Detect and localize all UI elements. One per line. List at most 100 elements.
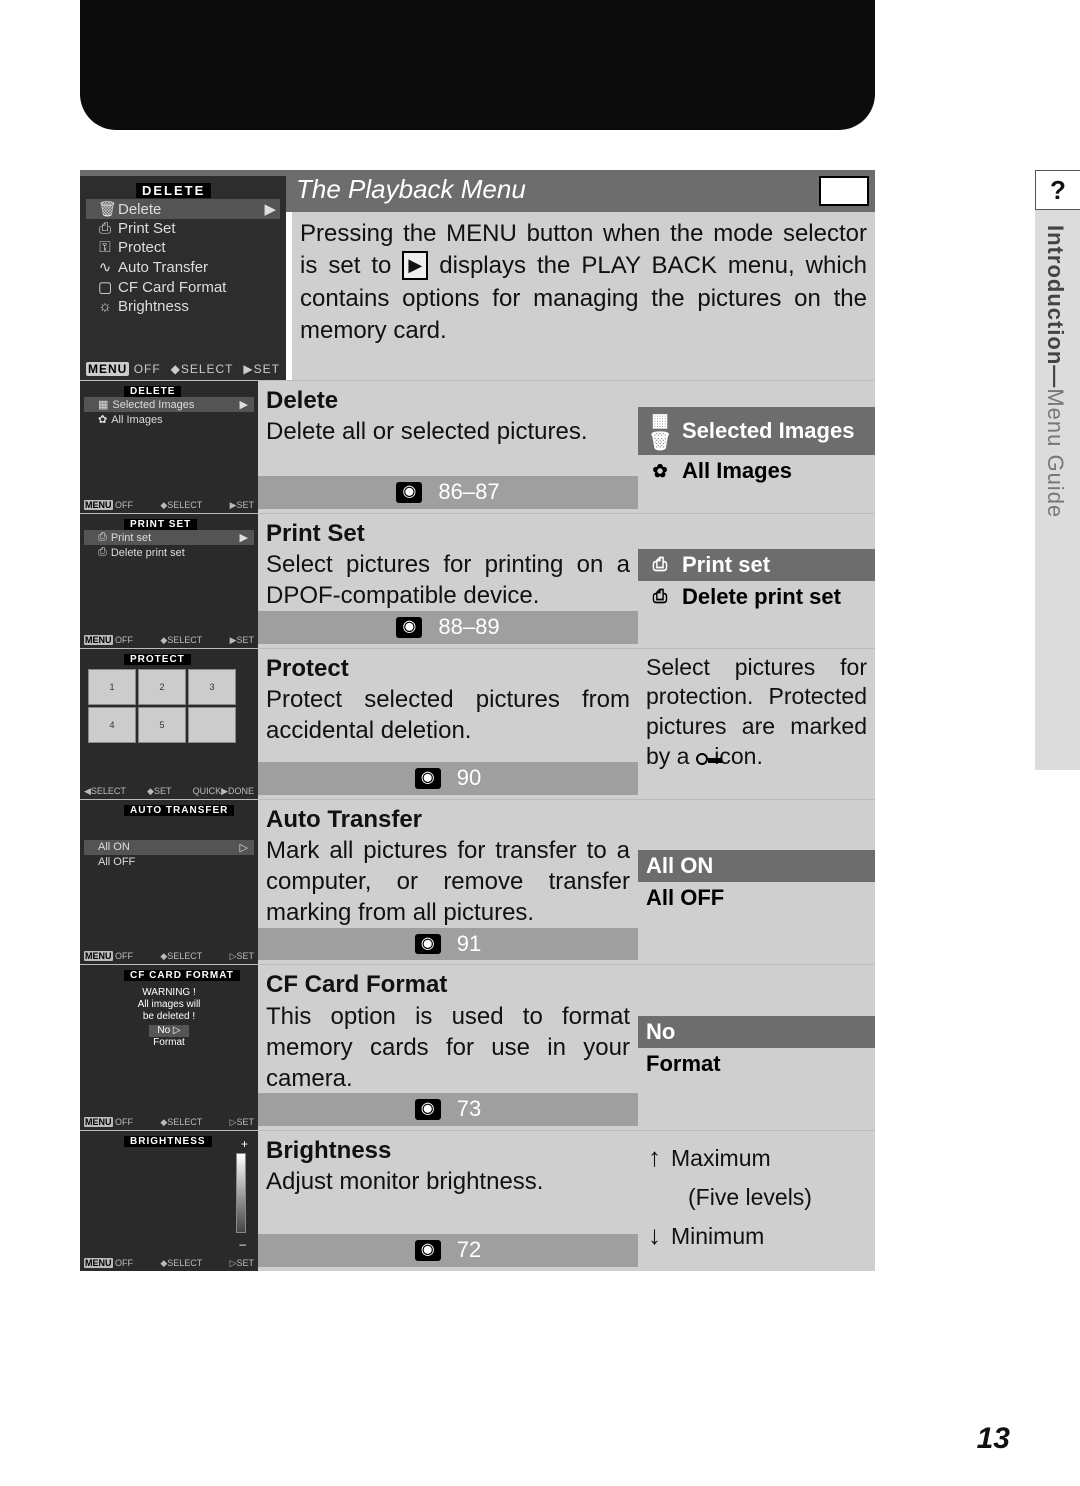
arrow-up-icon: ↑ — [648, 1142, 661, 1172]
option-no: No — [638, 1016, 875, 1048]
option-delete-print-set: ⎙Delete print set — [638, 581, 875, 613]
item-title: Brightness — [266, 1135, 630, 1166]
lcd-item: Protect — [118, 239, 166, 256]
thumb-row: All ON▷ — [84, 840, 254, 855]
protect-right-text: Select pictures for protection. Protecte… — [638, 649, 875, 777]
item-desc-text: Select pictures for printing on a DPOF-c… — [266, 549, 630, 611]
side-help-icon: ? — [1035, 170, 1080, 210]
question-icon: ? — [1050, 175, 1066, 206]
side-subsection-text: Menu Guide — [1043, 388, 1068, 518]
page-number-ref: 72 — [457, 1236, 481, 1265]
page-ref: ◉ 91 — [258, 928, 638, 961]
item-options: Select pictures for protection. Protecte… — [638, 649, 875, 799]
item-description: Print Set Select pictures for printing o… — [258, 514, 638, 648]
thumb-row: ⎙Delete print set — [84, 545, 254, 560]
thumb-header: AUTO TRANSFER — [124, 805, 234, 816]
item-desc-text: This option is used to format memory car… — [266, 1001, 630, 1095]
option-all-on: All ON — [638, 850, 875, 882]
thumb-printset: PRINT SET ⎙Print set▶ ⎙Delete print set … — [80, 514, 258, 648]
book-icon: ◉ — [415, 934, 441, 955]
item-description: CF Card Format This option is used to fo… — [258, 965, 638, 1130]
thumb-brightness: BRIGHTNESS + – MENU OFF◆SELECT▷SET — [80, 1131, 258, 1271]
item-options: No Format — [638, 965, 875, 1130]
lcd-row: ☼Brightness — [86, 297, 280, 316]
item-options: All ON All OFF — [638, 800, 875, 965]
brightness-max: Maximum — [671, 1145, 771, 1171]
book-icon: ◉ — [396, 617, 422, 638]
brightness-min: Minimum — [671, 1223, 764, 1249]
thumb-delete: DELETE ▦Selected Images▶ ✿All Images MEN… — [80, 381, 258, 513]
book-icon: ◉ — [415, 1240, 441, 1261]
item-desc-text: Delete all or selected pictures. — [266, 416, 630, 447]
item-title: Delete — [266, 385, 630, 416]
menu-item-brightness: BRIGHTNESS + – MENU OFF◆SELECT▷SET Brigh… — [80, 1130, 875, 1271]
thumb-header: CF CARD FORMAT — [124, 970, 240, 981]
item-description: Protect Protect selected pictures from a… — [258, 649, 638, 799]
side-section-label: Introduction—Menu Guide — [1042, 225, 1068, 518]
menu-item-protect: PROTECT 123 45 ◀SELECT◆SETQUICK▶DONE Pro… — [80, 648, 875, 799]
page-ref: ◉ 72 — [258, 1234, 638, 1267]
lcd-row: ∿Auto Transfer — [86, 257, 280, 277]
lcd-row: 🗑Delete▶ — [86, 199, 280, 219]
lcd-item: Delete — [118, 201, 161, 218]
book-icon: ◉ — [396, 482, 422, 503]
playback-icon: ▶ — [819, 176, 869, 206]
thumb-header: PROTECT — [124, 654, 191, 665]
thumb-protect: PROTECT 123 45 ◀SELECT◆SETQUICK▶DONE — [80, 649, 258, 799]
item-title: Protect — [266, 653, 630, 684]
menu-item-delete: DELETE ▦Selected Images▶ ✿All Images MEN… — [80, 380, 875, 513]
item-options: ⎙Print set ⎙Delete print set — [638, 514, 875, 648]
brightness-levels: (Five levels) — [648, 1179, 865, 1216]
option-print-set: ⎙Print set — [638, 549, 875, 581]
side-section-text: Introduction— — [1043, 225, 1068, 388]
grid-trash-icon: ▦🗑 — [646, 410, 674, 452]
page-number: 13 — [977, 1422, 1010, 1456]
lcd-item: Auto Transfer — [118, 259, 208, 276]
page-ref: ◉ 88–89 — [258, 611, 638, 644]
page-ref: ◉ 73 — [258, 1093, 638, 1126]
item-title: Auto Transfer — [266, 804, 630, 835]
thumb-header: PRINT SET — [124, 519, 197, 530]
item-description: Delete Delete all or selected pictures. … — [258, 381, 638, 513]
item-desc-text: Adjust monitor brightness. — [266, 1166, 630, 1197]
item-title: Print Set — [266, 518, 630, 549]
thumb-header: BRIGHTNESS — [124, 1136, 212, 1147]
print-trash-icon: ⎙ — [646, 586, 674, 607]
page-number-ref: 86–87 — [438, 478, 499, 507]
play-inline-icon: ▶ — [402, 251, 428, 279]
page-number-ref: 73 — [457, 1095, 481, 1124]
page-number-ref: 91 — [457, 930, 481, 959]
book-icon: ◉ — [415, 768, 441, 789]
lcd-item: Brightness — [118, 298, 189, 315]
option-selected-images: ▦🗑Selected Images — [638, 407, 875, 455]
thumb-autotransfer: AUTO TRANSFER All ON▷ All OFF MENU OFF◆S… — [80, 800, 258, 965]
intro-paragraph: Pressing the MENU button when the mode s… — [292, 212, 875, 380]
section-title: The Playback Menu — [286, 170, 819, 212]
option-format: Format — [638, 1048, 875, 1080]
page-number-ref: 90 — [457, 764, 481, 793]
book-icon: ◉ — [415, 1099, 441, 1120]
thumb-header: DELETE — [124, 386, 181, 397]
thumb-row: ✿All Images — [84, 412, 254, 427]
lcd-item: Print Set — [118, 220, 176, 237]
page-ref: ◉ 86–87 — [258, 476, 638, 509]
menu-item-autotransfer: AUTO TRANSFER All ON▷ All OFF MENU OFF◆S… — [80, 799, 875, 965]
top-black-bar — [80, 0, 875, 130]
lcd-footer: MENU OFF ◆SELECT ▶SET — [86, 362, 280, 376]
page-content: The Playback Menu ▶ DELETE 🗑Delete▶ ⎙Pri… — [80, 170, 875, 1271]
option-all-off: All OFF — [638, 882, 875, 914]
item-desc-text: Mark all pictures for transfer to a comp… — [266, 835, 630, 929]
item-description: Auto Transfer Mark all pictures for tran… — [258, 800, 638, 965]
flower-icon: ✿ — [646, 461, 674, 482]
item-desc-text: Protect selected pictures from accidenta… — [266, 684, 630, 746]
lcd-row: ▢CF Card Format — [86, 277, 280, 297]
print-icon: ⎙ — [646, 554, 674, 575]
lcd-item: CF Card Format — [118, 279, 226, 296]
page-number-ref: 88–89 — [438, 613, 499, 642]
item-description: Brightness Adjust monitor brightness. ◉ 7… — [258, 1131, 638, 1271]
lcd-row: ⚿Protect — [86, 238, 280, 257]
page-ref: ◉ 90 — [258, 762, 638, 795]
item-title: CF Card Format — [266, 969, 630, 1000]
menu-item-cfformat: CF CARD FORMAT WARNING ! All images will… — [80, 964, 875, 1130]
thumb-cfformat: CF CARD FORMAT WARNING ! All images will… — [80, 965, 258, 1130]
